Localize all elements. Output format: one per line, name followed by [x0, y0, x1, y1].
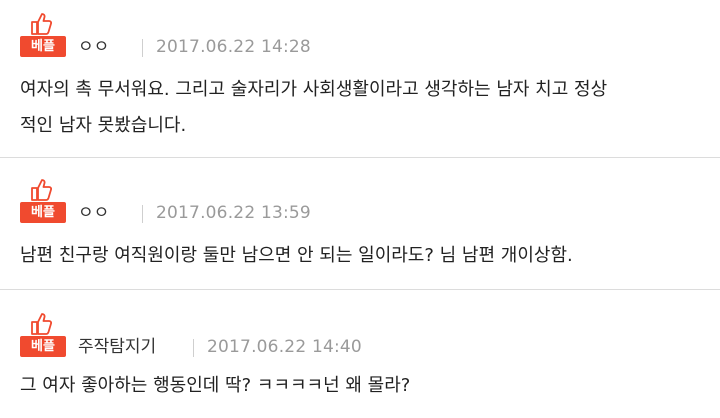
- badge-label: 베플: [20, 336, 66, 357]
- thumbs-up-icon: [31, 13, 52, 35]
- comment-text: 남편 친구랑 여직원이랑 둘만 남으면 안 되는 일이라도? 님 남편 개이상함…: [20, 238, 710, 274]
- comment-item: 베플 ㅇㅇ 2017.06.22 14:28 여자의 촉 무서워요. 그리고 술…: [0, 0, 720, 158]
- comment-line: 여자의 촉 무서워요. 그리고 술자리가 사회생활이라고 생각하는 남자 치고 …: [20, 79, 608, 100]
- meta-divider: [193, 339, 194, 357]
- comment-line: 남편 친구랑 여직원이랑 둘만 남으면 안 되는 일이라도? 님 남편 개이상함…: [20, 245, 573, 266]
- comment-date: 2017.06.22 14:28: [156, 37, 311, 57]
- thumbs-up-icon: [31, 179, 52, 201]
- comment-meta: 베플 ㅇㅇ 2017.06.22 13:59: [20, 178, 710, 224]
- best-reply-badge: 베플: [20, 312, 66, 358]
- meta-divider: [142, 205, 143, 223]
- comment-text: 그 여자 좋아하는 행동인데 딱? ㅋㅋㅋㅋ넌 왜 몰라?: [20, 368, 710, 404]
- comment-date: 2017.06.22 13:59: [156, 203, 311, 223]
- comment-author[interactable]: ㅇㅇ: [78, 36, 109, 58]
- comment-meta: 베플 ㅇㅇ 2017.06.22 14:28: [20, 12, 710, 58]
- comment-item: 베플 ㅇㅇ 2017.06.22 13:59 남편 친구랑 여직원이랑 둘만 남…: [0, 158, 720, 290]
- best-reply-badge: 베플: [20, 178, 66, 224]
- comment-line: 적인 남자 못봤습니다.: [20, 115, 187, 136]
- comment-author[interactable]: 주작탐지기: [78, 336, 156, 358]
- meta-divider: [142, 39, 143, 57]
- comment-item: 베플 주작탐지기 2017.06.22 14:40 그 여자 좋아하는 행동인데…: [0, 290, 720, 418]
- badge-label: 베플: [20, 36, 66, 57]
- comment-text: 여자의 촉 무서워요. 그리고 술자리가 사회생활이라고 생각하는 남자 치고 …: [20, 72, 710, 144]
- best-reply-badge: 베플: [20, 12, 66, 58]
- comment-date: 2017.06.22 14:40: [207, 337, 362, 357]
- comment-line: 그 여자 좋아하는 행동인데 딱? ㅋㅋㅋㅋ넌 왜 몰라?: [20, 375, 411, 396]
- comment-meta: 베플 주작탐지기 2017.06.22 14:40: [20, 312, 710, 358]
- comment-author[interactable]: ㅇㅇ: [78, 202, 109, 224]
- thumbs-up-icon: [31, 313, 52, 335]
- badge-label: 베플: [20, 202, 66, 223]
